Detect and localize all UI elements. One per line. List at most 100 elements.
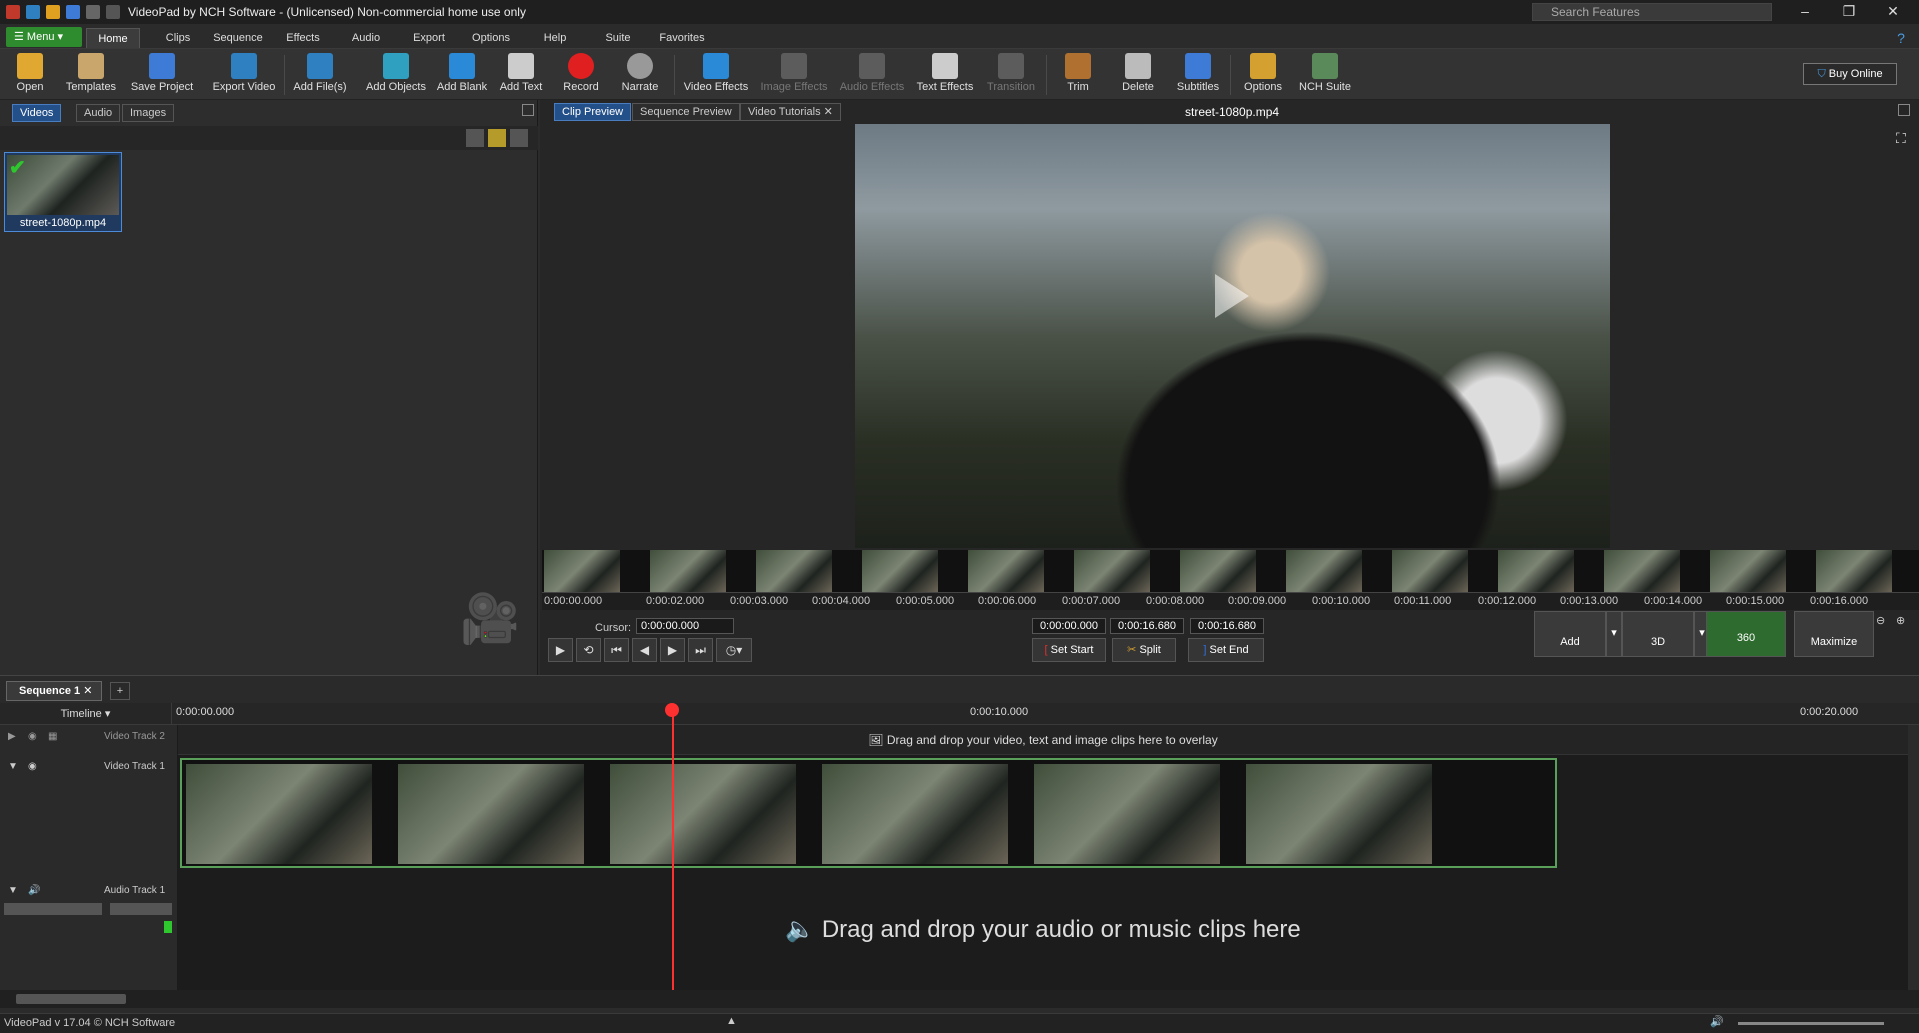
video-preview[interactable] (855, 124, 1610, 548)
video-track-2[interactable]: 🖼 Drag and drop your video, text and ima… (178, 725, 1908, 755)
eye-icon[interactable]: ◉ (28, 731, 37, 742)
quick-save-icon[interactable] (66, 5, 80, 19)
add-to-sequence-button[interactable]: Add (1534, 611, 1606, 657)
tab-video-tutorials[interactable]: Video Tutorials ✕ (740, 103, 841, 121)
tab-suite[interactable]: Suite (598, 28, 638, 48)
quick-open-icon[interactable] (46, 5, 60, 19)
tab-favorites[interactable]: Favorites (652, 28, 712, 48)
zoom-out-icon[interactable]: ⊖ (1876, 614, 1894, 632)
eye-icon[interactable]: ◉ (28, 761, 37, 772)
horizontal-scrollbar[interactable] (0, 990, 1919, 1008)
minimize-button[interactable]: – (1783, 0, 1827, 24)
close-window-button[interactable]: ✕ (1871, 0, 1915, 24)
cursor-time-field[interactable]: 0:00:00.000 (636, 618, 734, 634)
speed-button[interactable]: ◷▾ (716, 638, 752, 662)
close-icon[interactable]: ✕ (83, 685, 92, 697)
tab-help[interactable]: Help (535, 28, 575, 48)
add-sequence-button[interactable]: + (110, 682, 130, 700)
collapse-icon[interactable]: ▼ (8, 885, 18, 896)
close-icon[interactable]: ✕ (824, 106, 833, 118)
image-effects-button[interactable]: Image Effects (756, 53, 832, 99)
templates-button[interactable]: Templates (62, 53, 120, 99)
delete-button[interactable]: Delete (1116, 53, 1160, 99)
360-button[interactable]: 360 (1706, 611, 1786, 657)
narrate-button[interactable]: Narrate (614, 53, 666, 99)
group-icon[interactable]: ▦ (48, 731, 57, 742)
undo-icon[interactable] (86, 5, 100, 19)
help-icon[interactable]: ? (1890, 28, 1912, 48)
maximize-button[interactable]: Maximize (1794, 611, 1874, 657)
add-dropdown[interactable]: ▾ (1606, 611, 1622, 657)
3d-button[interactable]: 3D (1622, 611, 1694, 657)
playhead-line[interactable] (672, 705, 674, 990)
tab-clips[interactable]: Clips (160, 28, 196, 48)
search-features-input[interactable]: Search Features (1532, 3, 1772, 21)
add-text-button[interactable]: Add Text (496, 53, 546, 99)
add-objects-button[interactable]: Add Objects (364, 53, 428, 99)
split-button[interactable]: ✂ Split (1112, 638, 1176, 662)
subtitles-button[interactable]: Subtitles (1172, 53, 1224, 99)
set-end-time-field[interactable]: 0:00:16.680 (1190, 618, 1264, 634)
loop-button[interactable]: ⟲ (576, 638, 601, 662)
bin-tab-audio[interactable]: Audio (76, 104, 121, 122)
record-button[interactable]: Record (556, 53, 606, 99)
menu-button[interactable]: ☰ Menu ▾ (6, 27, 82, 47)
text-effects-button[interactable]: Text Effects (912, 53, 978, 99)
expand-up-icon[interactable]: ▲ (726, 1015, 737, 1027)
undock-icon[interactable] (522, 104, 534, 116)
undock-icon[interactable] (1898, 104, 1910, 116)
trim-button[interactable]: Trim (1056, 53, 1100, 99)
view-list-icon[interactable] (510, 129, 528, 147)
media-item[interactable]: ✔ street-1080p.mp4 (4, 152, 122, 232)
go-to-start-button[interactable]: ⏮ (604, 638, 629, 662)
video-clip[interactable] (180, 758, 1557, 868)
restore-button[interactable]: ❐ (1827, 0, 1871, 24)
master-volume-slider[interactable] (1738, 1022, 1884, 1025)
volume-slider[interactable] (4, 903, 102, 915)
open-button[interactable]: Open (8, 53, 52, 99)
timeline-mode-dropdown[interactable]: Timeline ▾ (0, 703, 172, 725)
preview-filmstrip[interactable] (542, 550, 1919, 592)
go-to-end-button[interactable]: ⏭ (688, 638, 713, 662)
scrollbar-thumb[interactable] (16, 994, 126, 1004)
set-end-button[interactable]: ] Set End (1188, 638, 1264, 662)
tab-sequence-preview[interactable]: Sequence Preview (632, 103, 740, 121)
save-project-button[interactable]: Save Project (124, 53, 200, 99)
collapse-icon[interactable]: ▼ (8, 761, 18, 772)
quick-new-icon[interactable] (26, 5, 40, 19)
video-effects-button[interactable]: Video Effects (680, 53, 752, 99)
tab-sequence[interactable]: Sequence (210, 28, 266, 48)
bin-delete-icon[interactable] (466, 129, 484, 147)
audio-track-1[interactable]: 🔈 Drag and drop your audio or music clip… (178, 875, 1908, 985)
tab-audio[interactable]: Audio (346, 28, 386, 48)
new-folder-icon[interactable] (488, 129, 506, 147)
fullscreen-icon[interactable]: ⛶ (1896, 130, 1906, 147)
add-files-button[interactable]: Add File(s) (290, 53, 350, 99)
tab-effects[interactable]: Effects (280, 28, 326, 48)
redo-icon[interactable] (106, 5, 120, 19)
timeline-ruler[interactable]: Timeline ▾ 0:00:00.000 0:00:10.000 0:00:… (0, 703, 1919, 725)
play-icon[interactable] (1215, 274, 1249, 318)
tab-export[interactable]: Export (406, 28, 452, 48)
pan-slider[interactable] (110, 903, 172, 915)
play-button[interactable]: ▶ (548, 638, 573, 662)
preview-ruler[interactable]: 0:00:00.000 0:00:02.000 0:00:03.000 0:00… (542, 592, 1919, 610)
bin-tab-videos[interactable]: Videos (12, 104, 62, 122)
zoom-in-icon[interactable]: ⊕ (1896, 614, 1914, 632)
set-start-time-field[interactable]: 0:00:00.000 (1032, 618, 1106, 634)
tab-sequence-1[interactable]: Sequence 1 ✕ (6, 681, 102, 701)
speaker-icon[interactable]: 🔊 (28, 885, 40, 896)
set-start-button[interactable]: [ Set Start (1032, 638, 1106, 662)
previous-frame-button[interactable]: ◀ (632, 638, 657, 662)
buy-online-button[interactable]: ⛉ Buy Online (1803, 63, 1897, 85)
options-button[interactable]: Options (1240, 53, 1286, 99)
export-video-button[interactable]: Export Video (208, 53, 280, 99)
transition-button[interactable]: Transition (982, 53, 1040, 99)
add-blank-button[interactable]: Add Blank (436, 53, 488, 99)
volume-icon[interactable]: 🔊 (1710, 1015, 1724, 1028)
next-frame-button[interactable]: ▶ (660, 638, 685, 662)
tab-clip-preview[interactable]: Clip Preview (554, 103, 632, 121)
tab-home[interactable]: Home (86, 28, 140, 48)
nch-suite-button[interactable]: NCH Suite (1296, 53, 1354, 99)
expand-icon[interactable]: ▶ (8, 731, 16, 742)
